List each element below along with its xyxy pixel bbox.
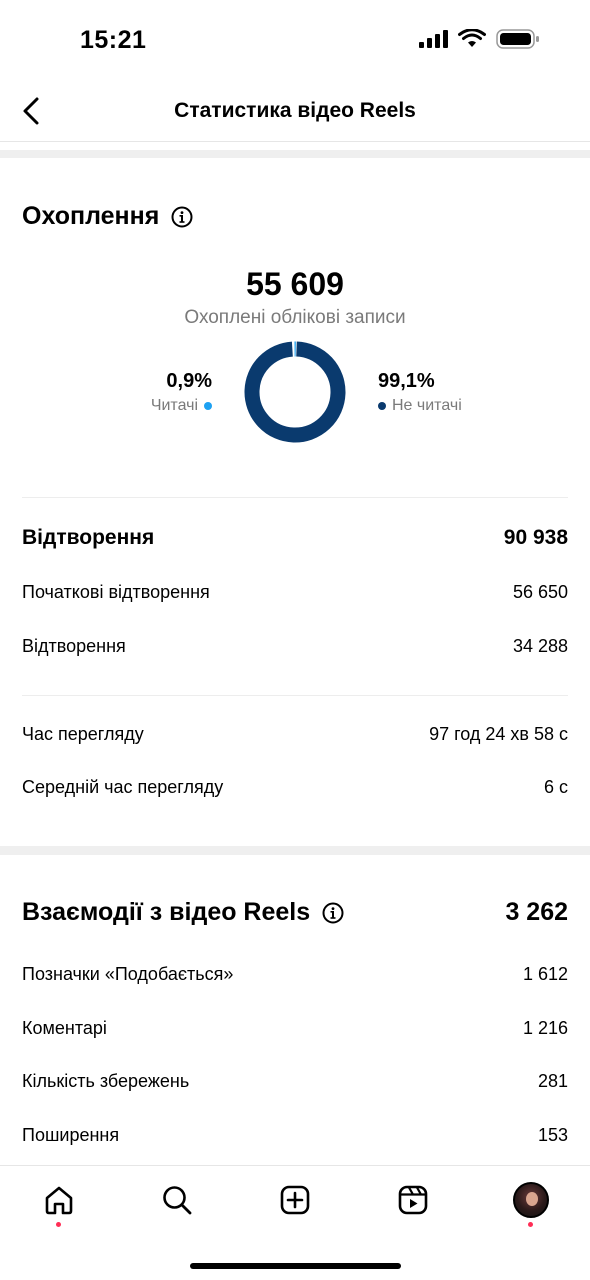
home-indicator	[190, 1263, 401, 1269]
plays-row-label: Відтворення	[22, 636, 126, 656]
watch-row-value: 6 с	[543, 777, 568, 797]
profile-notification-dot	[528, 1222, 533, 1227]
interactions-row-label: Позначки «Подобається»	[22, 964, 234, 984]
interactions-total-row: Взаємодії з відео Reels 3 262	[22, 898, 568, 927]
non-followers-label-row: Не читачі	[378, 397, 462, 415]
create-icon	[280, 1185, 310, 1215]
non-followers-pct: 99,1%	[378, 370, 435, 392]
interactions-row-value: 153	[537, 1125, 568, 1145]
nav-home[interactable]	[41, 1182, 77, 1218]
plays-row: Відтворення 34 288	[22, 636, 568, 657]
reach-section-title: Охоплення	[22, 202, 193, 231]
section-gap	[0, 846, 590, 855]
interactions-row-label: Коментарі	[22, 1018, 107, 1038]
interactions-total: 3 262	[505, 898, 568, 926]
nav-reels[interactable]	[395, 1182, 431, 1218]
plays-row-value: 56 650	[512, 582, 568, 602]
non-followers-dot	[378, 402, 386, 410]
nav-profile[interactable]	[513, 1182, 549, 1218]
avatar	[513, 1182, 549, 1218]
divider	[22, 497, 568, 498]
plays-total: 90 938	[503, 526, 568, 549]
header: Статистика відео Reels	[0, 80, 590, 142]
reach-subtitle: Охоплені облікові записи	[184, 307, 406, 328]
reach-title: Охоплення	[22, 202, 160, 230]
divider	[22, 695, 568, 696]
nav-create[interactable]	[277, 1182, 313, 1218]
interactions-row: Коментарі 1 216	[22, 1018, 568, 1039]
search-icon	[163, 1186, 192, 1215]
plays-total-row: Відтворення 90 938	[22, 526, 568, 550]
status-time: 15:21	[80, 26, 147, 54]
interactions-row: Кількість збережень 281	[22, 1071, 568, 1092]
wifi-icon	[458, 29, 486, 47]
plays-row-label: Початкові відтворення	[22, 582, 210, 602]
interactions-row-label: Кількість збережень	[22, 1071, 190, 1091]
donut-segment-non-followers	[244, 341, 346, 443]
interactions-title: Взаємодії з відео Reels	[22, 898, 311, 926]
interactions-row-value: 1 612	[522, 964, 568, 984]
home-notification-dot	[56, 1222, 61, 1227]
followers-dot	[204, 402, 212, 410]
watch-row-value: 97 год 24 хв 58 с	[429, 724, 568, 744]
watch-row: Час перегляду 97 год 24 хв 58 с	[22, 724, 568, 745]
status-bar: 15:21	[0, 0, 590, 80]
interactions-row-label: Поширення	[22, 1125, 120, 1145]
watch-row: Середній час перегляду 6 с	[22, 777, 568, 798]
home-icon	[45, 1186, 73, 1215]
followers-stat: 0,9% Читачі	[151, 370, 212, 415]
reels-icon	[398, 1185, 428, 1215]
reach-total: 55 609	[246, 266, 344, 302]
non-followers-label: Не читачі	[392, 397, 462, 414]
section-gap	[0, 150, 590, 158]
interactions-row: Поширення 153	[22, 1125, 568, 1146]
signal-icon	[419, 30, 448, 48]
interactions-section-title: Взаємодії з відео Reels	[22, 898, 344, 927]
non-followers-stat: 99,1% Не читачі	[378, 370, 462, 415]
watch-row-label: Час перегляду	[22, 724, 144, 744]
followers-pct: 0,9%	[166, 370, 212, 392]
page-title: Статистика відео Reels	[174, 99, 416, 122]
info-icon[interactable]	[322, 902, 344, 924]
nav-search[interactable]	[159, 1182, 195, 1218]
info-icon[interactable]	[171, 206, 193, 228]
followers-label: Читачі	[150, 397, 198, 414]
plays-row-value: 34 288	[512, 636, 568, 656]
interactions-row-value: 1 216	[522, 1018, 568, 1038]
battery-icon	[496, 29, 539, 49]
interactions-row: Позначки «Подобається» 1 612	[22, 964, 568, 985]
interactions-row-value: 281	[537, 1071, 568, 1091]
followers-label-row: Читачі	[151, 397, 212, 415]
watch-row-label: Середній час перегляду	[22, 777, 224, 797]
reach-donut	[244, 341, 346, 443]
plays-title: Відтворення	[22, 526, 155, 549]
status-icons	[418, 28, 540, 50]
plays-row: Початкові відтворення 56 650	[22, 582, 568, 603]
